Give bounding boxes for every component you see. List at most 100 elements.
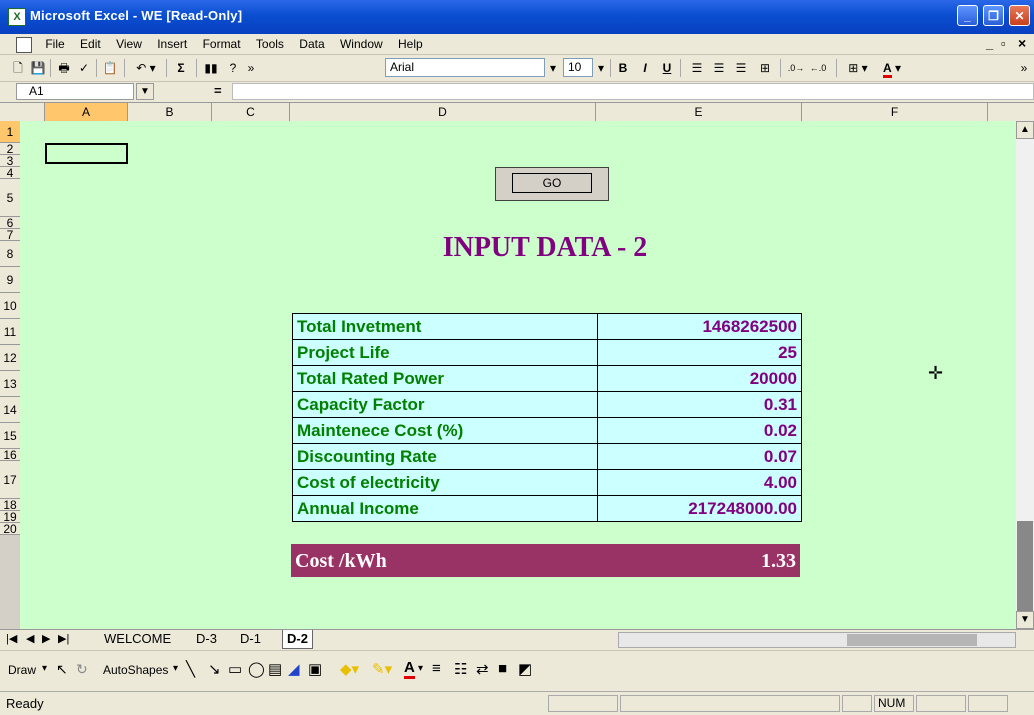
rectangle-icon[interactable]: ▭ <box>228 660 242 678</box>
font-name-select[interactable]: Arial <box>385 58 545 77</box>
menu-file[interactable]: File <box>39 34 70 54</box>
row-label[interactable]: Annual Income <box>292 495 598 522</box>
excel-icon[interactable]: X <box>8 8 26 26</box>
paste-icon[interactable]: 📋 <box>102 59 118 77</box>
row-value[interactable]: 0.07 <box>597 443 802 470</box>
horizontal-scroll-thumb[interactable] <box>847 634 977 646</box>
spelling-icon[interactable]: ✓ <box>76 59 92 77</box>
doc-minimize-button[interactable]: _ <box>986 36 993 51</box>
prev-sheet-icon[interactable]: ◀ <box>22 630 38 648</box>
row-header-14[interactable]: 14 <box>0 397 20 423</box>
column-header-b[interactable]: B <box>128 103 212 121</box>
column-header-e[interactable]: E <box>596 103 802 121</box>
save-icon[interactable]: 💾 <box>30 59 46 77</box>
go-button-label[interactable]: GO <box>512 173 592 193</box>
line-color-icon[interactable]: ✎▾ <box>372 660 392 678</box>
row-value[interactable]: 4.00 <box>597 469 802 496</box>
draw-menu[interactable]: Draw <box>8 663 36 677</box>
free-rotate-icon[interactable]: ↻ <box>76 661 88 678</box>
draw-dropdown-icon[interactable]: ▾ <box>42 663 47 674</box>
last-sheet-icon[interactable]: ▶| <box>54 630 73 648</box>
font-size-select[interactable]: 10 <box>563 58 593 77</box>
align-left-icon[interactable]: ☰ <box>688 59 706 77</box>
row-header-8[interactable]: 8 <box>0 241 20 267</box>
restore-button[interactable]: ❐ <box>983 5 1004 26</box>
row-label[interactable]: Total Rated Power <box>292 365 598 392</box>
3d-icon[interactable]: ◩ <box>518 660 532 678</box>
row-label[interactable]: Cost of electricity <box>292 469 598 496</box>
column-header-a[interactable]: A <box>45 103 128 121</box>
close-button[interactable]: ✕ <box>1009 5 1030 26</box>
menu-edit[interactable]: Edit <box>74 34 107 54</box>
toolbar-options-icon[interactable]: » <box>1018 59 1030 77</box>
center-icon[interactable]: ☰ <box>710 59 728 77</box>
underline-icon[interactable]: U <box>658 59 676 77</box>
borders-icon[interactable]: ⊞ ▾ <box>844 59 872 77</box>
tab-d-1[interactable]: D-1 <box>236 630 265 648</box>
more-buttons-icon[interactable]: » <box>244 59 258 77</box>
row-header-7[interactable]: 7 <box>0 229 20 241</box>
row-value[interactable]: 1468262500 <box>597 313 802 340</box>
autoshapes-dropdown-icon[interactable]: ▾ <box>173 663 178 674</box>
autoshapes-menu[interactable]: AutoShapes <box>103 663 168 677</box>
menu-help[interactable]: Help <box>392 34 429 54</box>
line-icon[interactable]: ╲ <box>186 660 195 678</box>
tab-d-3[interactable]: D-3 <box>192 630 221 648</box>
shadow-icon[interactable]: ■ <box>498 660 507 677</box>
row-value[interactable]: 217248000.00 <box>597 495 802 522</box>
font-color-draw-icon[interactable]: A <box>404 659 415 679</box>
vertical-scroll-thumb[interactable] <box>1017 521 1033 611</box>
decrease-decimal-icon[interactable]: ←.0 <box>808 59 828 77</box>
column-header-d[interactable]: D <box>290 103 596 121</box>
next-sheet-icon[interactable]: ▶ <box>38 630 54 648</box>
menu-tools[interactable]: Tools <box>250 34 290 54</box>
row-label[interactable]: Maintenece Cost (%) <box>292 417 598 444</box>
font-color-dropdown-icon[interactable]: ▾ <box>418 663 423 674</box>
row-header-16[interactable]: 16 <box>0 449 20 461</box>
row-header-17[interactable]: 17 <box>0 461 20 499</box>
arrow-style-icon[interactable]: ⇄ <box>476 660 489 678</box>
horizontal-scrollbar[interactable] <box>618 632 1016 648</box>
wordart-icon[interactable]: ◢ <box>288 660 300 678</box>
bold-icon[interactable]: B <box>614 59 632 77</box>
scroll-up-icon[interactable]: ▲ <box>1016 121 1034 139</box>
vertical-scrollbar[interactable]: ▲ ▼ <box>1016 121 1034 629</box>
chart-wizard-icon[interactable]: ▮▮ <box>202 59 220 77</box>
name-box[interactable]: A1 <box>16 83 134 100</box>
dash-style-icon[interactable]: ☷ <box>454 660 467 678</box>
doc-restore-button[interactable]: ▫ <box>1001 36 1006 51</box>
arrow-icon[interactable]: ↘ <box>208 660 221 678</box>
row-value[interactable]: 25 <box>597 339 802 366</box>
column-header-c[interactable]: C <box>212 103 290 121</box>
row-header-15[interactable]: 15 <box>0 423 20 449</box>
first-sheet-icon[interactable]: |◀ <box>2 630 21 648</box>
row-header-4[interactable]: 4 <box>0 167 20 179</box>
oval-icon[interactable]: ◯ <box>248 660 265 678</box>
row-value[interactable]: 0.02 <box>597 417 802 444</box>
autosum-icon[interactable]: Σ <box>172 59 190 77</box>
tab-d-2[interactable]: D-2 <box>282 630 313 649</box>
row-label[interactable]: Project Life <box>292 339 598 366</box>
row-header-5[interactable]: 5 <box>0 179 20 217</box>
size-dropdown-icon[interactable]: ▾ <box>595 59 607 77</box>
align-right-icon[interactable]: ☰ <box>732 59 750 77</box>
row-value[interactable]: 0.31 <box>597 391 802 418</box>
row-header-9[interactable]: 9 <box>0 267 20 293</box>
scroll-down-icon[interactable]: ▼ <box>1016 611 1034 629</box>
column-header-f[interactable]: F <box>802 103 988 121</box>
formula-input[interactable] <box>232 83 1034 100</box>
document-icon[interactable] <box>16 37 32 53</box>
cost-per-kwh-bar[interactable]: Cost /kWh 1.33 <box>291 544 800 577</box>
text-box-icon[interactable]: ▤ <box>268 660 282 678</box>
row-header-1[interactable]: 1 <box>0 121 20 143</box>
row-value[interactable]: 20000 <box>597 365 802 392</box>
row-header-13[interactable]: 13 <box>0 371 20 397</box>
doc-close-button[interactable]: × <box>1018 35 1026 51</box>
italic-icon[interactable]: I <box>636 59 654 77</box>
row-label[interactable]: Discounting Rate <box>292 443 598 470</box>
row-label[interactable]: Total Invetment <box>292 313 598 340</box>
equals-sign[interactable]: = <box>214 83 222 98</box>
name-box-dropdown-icon[interactable]: ▼ <box>136 83 154 100</box>
go-button[interactable]: GO <box>495 167 609 201</box>
undo-icon[interactable]: ↶ ▾ <box>132 59 160 77</box>
